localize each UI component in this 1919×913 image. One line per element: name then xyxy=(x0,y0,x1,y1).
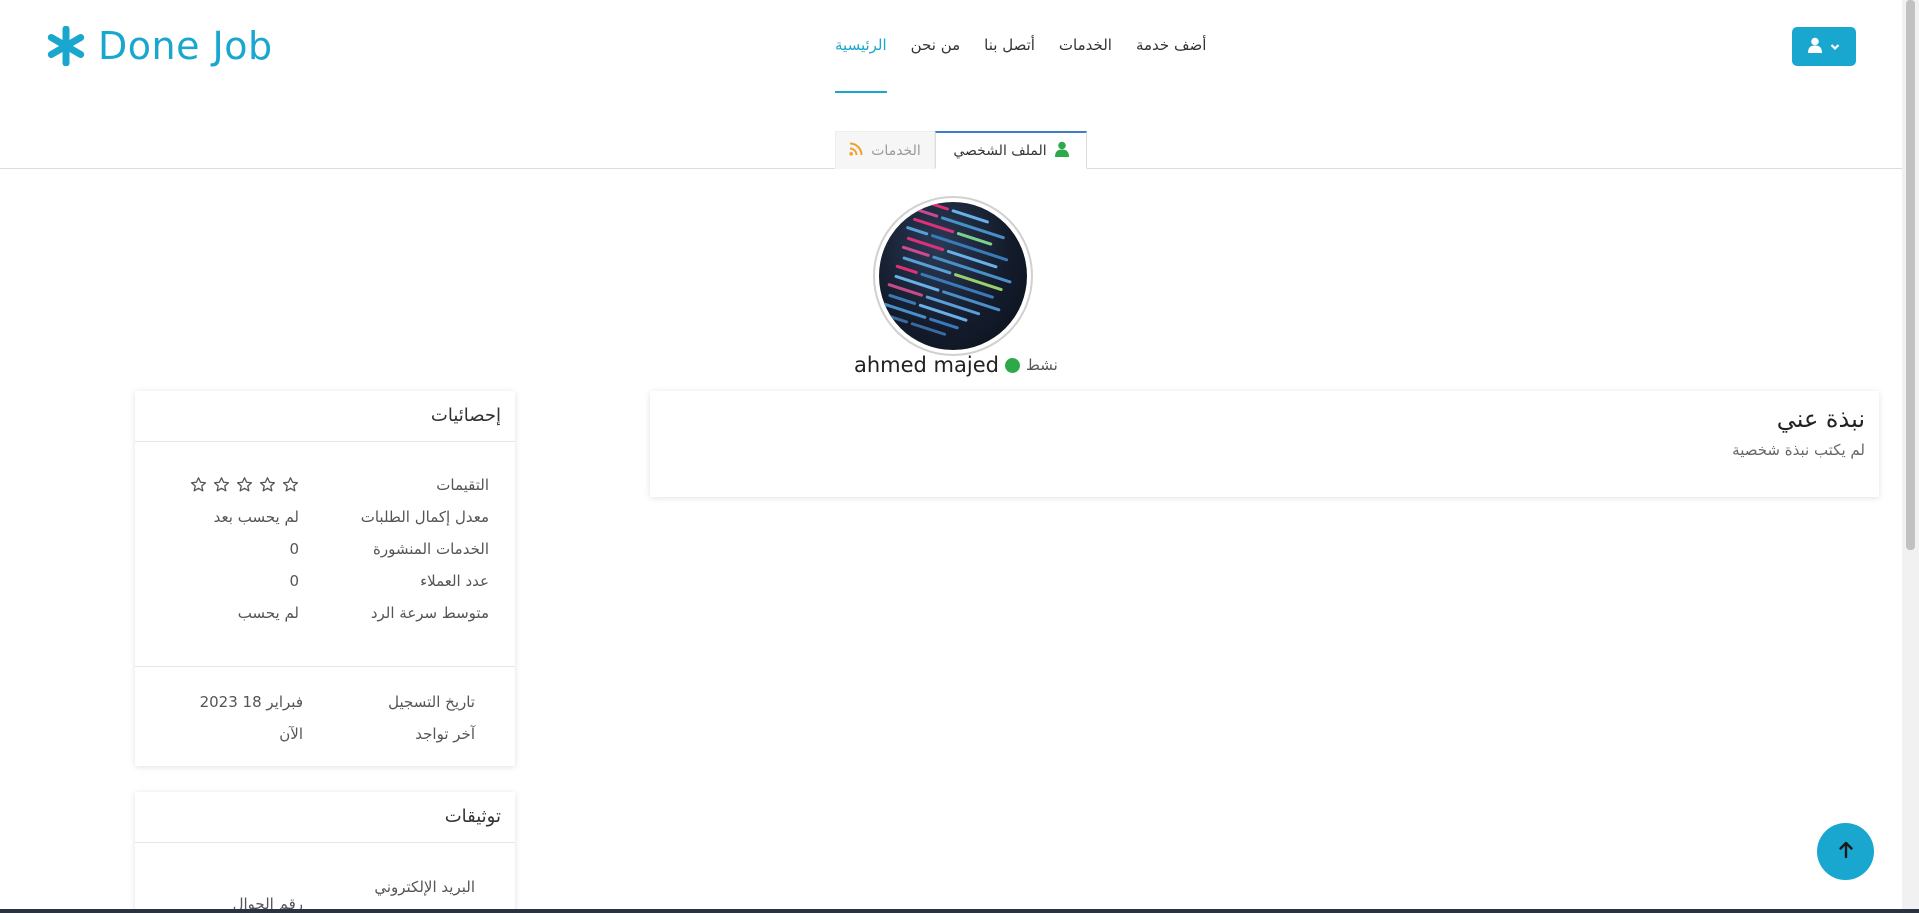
stat-label: متوسط سرعة الرد xyxy=(370,604,489,622)
nav-home[interactable]: الرئيسية xyxy=(823,0,899,95)
chevron-down-icon xyxy=(1830,39,1840,54)
stat-label: الخدمات المنشورة xyxy=(373,540,489,558)
verifications-card: توثيقات البريد الإلكتروني رقم الجوال xyxy=(135,792,515,913)
scroll-top-button[interactable] xyxy=(1817,823,1874,880)
user-name: ahmed majed xyxy=(854,353,999,377)
user-menu-button[interactable] xyxy=(1792,27,1856,66)
star-icon xyxy=(282,477,299,492)
logo-text: Done Job xyxy=(98,24,273,68)
avatar xyxy=(873,196,1033,356)
arrow-up-icon xyxy=(1838,841,1854,862)
stats-card: إحصائيات التقيمات معدل إكمال الطلبات لم … xyxy=(135,391,515,766)
email-verification-label: البريد الإلكتروني xyxy=(374,878,475,896)
online-status-dot xyxy=(1004,357,1020,373)
asterisk-icon xyxy=(46,26,86,66)
stats-title: إحصائيات xyxy=(135,391,515,442)
stat-row: عدد العملاء 0 xyxy=(135,572,515,596)
date-row: آخر تواجد الآن xyxy=(135,725,515,749)
stats-list: التقيمات معدل إكمال الطلبات لم يحسب بعد … xyxy=(135,442,515,667)
star-icon xyxy=(259,477,276,492)
status-text: نشط xyxy=(1025,356,1058,374)
stat-value: لم يحسب xyxy=(237,604,299,622)
nav-about[interactable]: من نحن xyxy=(899,0,973,95)
profile-name-row: ahmed majed نشط xyxy=(854,353,1058,377)
about-title: نبذة عني xyxy=(1776,405,1865,433)
nav-services-label: الخدمات xyxy=(1058,36,1112,54)
nav-add-service[interactable]: أضف خدمة xyxy=(1124,0,1218,95)
nav-home-label: الرئيسية xyxy=(835,36,887,54)
stat-row: متوسط سرعة الرد لم يحسب xyxy=(135,604,515,628)
star-icon xyxy=(236,477,253,492)
stat-row: معدل إكمال الطلبات لم يحسب بعد xyxy=(135,508,515,532)
tab-profile-label: الملف الشخصي xyxy=(953,142,1047,159)
stat-value: 0 xyxy=(289,572,299,590)
user-icon xyxy=(1808,37,1822,56)
user-icon xyxy=(1054,141,1069,161)
tab-profile[interactable]: الملف الشخصي xyxy=(935,131,1087,169)
tab-services[interactable]: الخدمات xyxy=(835,131,935,169)
rating-stars xyxy=(190,476,299,493)
date-row: تاريخ التسجيل فبراير 18 2023 xyxy=(135,693,515,717)
nav-about-label: من نحن xyxy=(910,36,961,54)
date-value: الآن xyxy=(279,725,303,743)
bottom-edge-bar xyxy=(0,909,1919,913)
nav-add-service-label: أضف خدمة xyxy=(1135,36,1207,54)
stat-label: عدد العملاء xyxy=(420,572,489,590)
stat-value: لم يحسب بعد xyxy=(213,508,299,526)
page: Done Job الرئيسية من نحن أتصل بنا الخدما… xyxy=(0,0,1919,913)
avatar-image xyxy=(879,202,1027,350)
stat-row-rating: التقيمات xyxy=(135,476,515,500)
dates-list: تاريخ التسجيل فبراير 18 2023 آخر تواجد ا… xyxy=(135,667,515,765)
tab-services-label: الخدمات xyxy=(871,142,921,159)
date-value: فبراير 18 2023 xyxy=(199,693,303,711)
scrollbar-thumb[interactable] xyxy=(1906,0,1915,550)
stat-label: معدل إكمال الطلبات xyxy=(360,508,489,526)
verifications-title: توثيقات xyxy=(135,792,515,843)
stat-row: الخدمات المنشورة 0 xyxy=(135,540,515,564)
date-label: تاريخ التسجيل xyxy=(388,693,475,711)
scrollbar[interactable] xyxy=(1902,0,1919,913)
about-card: نبذة عني لم يكتب نبذة شخصية xyxy=(650,391,1879,497)
site-logo[interactable]: Done Job xyxy=(46,24,273,68)
rating-label: التقيمات xyxy=(436,476,489,494)
nav-contact[interactable]: أتصل بنا xyxy=(972,0,1047,95)
date-label: آخر تواجد xyxy=(415,725,475,743)
about-text: لم يكتب نبذة شخصية xyxy=(1732,441,1865,459)
star-icon xyxy=(190,477,207,492)
rss-icon xyxy=(849,142,863,160)
nav-contact-label: أتصل بنا xyxy=(984,36,1035,54)
stat-value: 0 xyxy=(289,540,299,558)
main-nav: الرئيسية من نحن أتصل بنا الخدمات أضف خدم… xyxy=(823,0,1218,95)
nav-services[interactable]: الخدمات xyxy=(1047,0,1124,95)
star-icon xyxy=(213,477,230,492)
